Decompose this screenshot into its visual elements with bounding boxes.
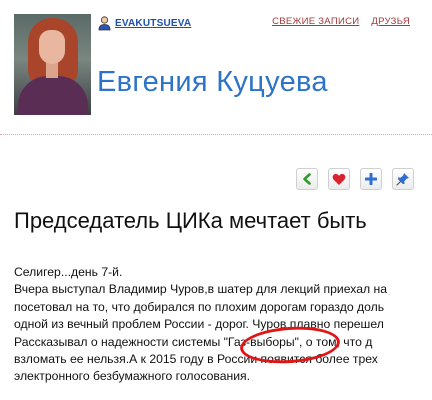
back-arrow-icon xyxy=(303,173,311,185)
post-title: Председатель ЦИКа мечтает быть xyxy=(14,208,367,233)
avatar-body xyxy=(18,76,88,115)
heart-icon xyxy=(332,173,346,185)
nav-recent-entries[interactable]: СВЕЖИЕ ЗАПИСИ xyxy=(272,16,359,27)
pin-button[interactable] xyxy=(392,168,414,190)
add-button[interactable] xyxy=(360,168,382,190)
nav-friends[interactable]: ДРУЗЬЯ xyxy=(371,16,410,27)
plus-icon xyxy=(365,173,377,185)
username-link[interactable]: EVAKUTSUEVA xyxy=(98,14,191,32)
post-line: посетовал на то, что добирался по плохим… xyxy=(14,299,385,314)
back-button[interactable] xyxy=(296,168,318,190)
post-line: Рассказывал о надежности системы "Газ-вы… xyxy=(14,334,373,349)
post-line: взломать ее нельзя.А к 2015 году в Росси… xyxy=(14,352,378,367)
username[interactable]: EVAKUTSUEVA xyxy=(115,18,191,29)
pin-icon xyxy=(396,173,409,186)
favorite-button[interactable] xyxy=(328,168,350,190)
post-line: одной из вечный проблем России - дорог. … xyxy=(14,317,384,332)
post-line: электронного безбумажного голосования. xyxy=(14,369,251,384)
post-body: Селигер...день 7-й. Вчера выступал Влади… xyxy=(14,264,432,386)
post-line: Селигер...день 7-й. xyxy=(14,265,123,279)
top-nav: СВЕЖИЕ ЗАПИСИ ДРУЗЬЯ xyxy=(272,16,410,27)
blog-title[interactable]: Евгения Куцуева xyxy=(97,66,328,99)
avatar-face xyxy=(39,30,65,64)
entry-actions xyxy=(296,168,414,190)
header-divider xyxy=(0,134,432,135)
user-icon xyxy=(98,15,111,30)
post-line: Вчера выступал Владимир Чуров,в шатер дл… xyxy=(14,282,387,297)
user-avatar[interactable] xyxy=(14,14,91,115)
